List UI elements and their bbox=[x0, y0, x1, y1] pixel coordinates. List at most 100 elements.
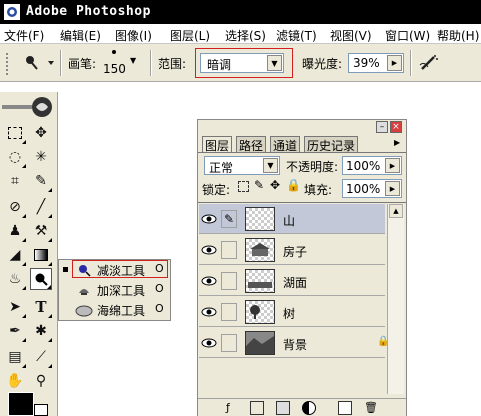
foreground-color-swatch[interactable] bbox=[8, 392, 34, 416]
lasso-tool[interactable]: ◌ bbox=[4, 146, 26, 168]
airbrush-toggle[interactable] bbox=[418, 53, 440, 73]
tab-paths[interactable]: 路径 bbox=[236, 136, 267, 153]
close-icon[interactable]: × bbox=[390, 121, 402, 133]
eye-icon[interactable] bbox=[201, 273, 217, 289]
opacity-value: 100% bbox=[346, 159, 381, 173]
brush-picker[interactable]: 150 ▼ bbox=[100, 48, 140, 78]
scroll-up-icon[interactable]: ▲ bbox=[389, 204, 403, 218]
background-color-swatch[interactable] bbox=[34, 404, 48, 416]
path-selection-tool[interactable]: ➤ bbox=[4, 296, 26, 318]
menu-help[interactable]: 帮助(H) bbox=[437, 27, 479, 44]
blend-mode-select[interactable]: 正常 ▼ bbox=[204, 156, 280, 175]
lock-label: 锁定: bbox=[202, 183, 231, 197]
magic-wand-tool[interactable]: ✳ bbox=[30, 146, 52, 168]
layers-scrollbar[interactable]: ▲ bbox=[387, 204, 404, 394]
eye-icon[interactable] bbox=[201, 304, 217, 320]
lock-pixels-icon[interactable]: ✎ bbox=[254, 178, 264, 192]
tool-preset-picker[interactable] bbox=[20, 52, 56, 74]
link-slot[interactable] bbox=[221, 272, 237, 290]
move-tool[interactable]: ✥ bbox=[30, 122, 52, 144]
link-slot[interactable] bbox=[221, 334, 237, 352]
new-set-icon[interactable] bbox=[276, 401, 290, 415]
chevron-right-icon[interactable]: ▶ bbox=[385, 158, 400, 173]
range-select[interactable]: 暗调 ▼ bbox=[200, 53, 284, 73]
brush-link-icon[interactable]: ✎ bbox=[221, 210, 237, 228]
pen-tool[interactable]: ✒ bbox=[4, 320, 26, 342]
layer-name: 湖面 bbox=[283, 276, 308, 290]
slice-tool[interactable]: ✎ bbox=[30, 170, 52, 192]
minimize-icon[interactable]: – bbox=[376, 121, 388, 133]
chevron-right-icon[interactable]: ▶ bbox=[387, 55, 402, 71]
eraser-tool[interactable]: ◢ bbox=[4, 244, 26, 266]
crop-icon: ⌗ bbox=[11, 173, 19, 189]
menu-file[interactable]: 文件(F) bbox=[4, 27, 44, 44]
toolbox: ✥ ◌ ✳ ⌗ ✎ ⊘ ╱ ♟ ⚒ ◢ ♨ ➤ T ✒ ✱ ▤ ⟋ ✋ ⚲ bbox=[0, 92, 58, 416]
chevron-down-icon[interactable]: ▼ bbox=[263, 158, 278, 173]
lock-all-icon[interactable]: 🔒 bbox=[286, 178, 301, 192]
marquee-tool[interactable] bbox=[4, 122, 26, 144]
tab-history[interactable]: 历史记录 bbox=[304, 136, 359, 153]
hand-icon: ✋ bbox=[6, 373, 24, 389]
airbrush-icon bbox=[419, 55, 438, 70]
layer-row-mountain[interactable]: ✎ 山 bbox=[199, 204, 385, 234]
menu-edit[interactable]: 编辑(E) bbox=[60, 27, 101, 44]
exposure-value: 39% bbox=[353, 56, 380, 70]
eye-icon[interactable] bbox=[201, 211, 217, 227]
eye-icon[interactable] bbox=[201, 242, 217, 258]
eyedropper-tool[interactable]: ⟋ bbox=[30, 346, 52, 368]
lock-transparency-icon[interactable] bbox=[238, 181, 249, 192]
chevron-down-icon[interactable]: ▼ bbox=[267, 55, 282, 71]
hand-tool[interactable]: ✋ bbox=[4, 370, 26, 392]
layer-row-background[interactable]: 背景 🔒 bbox=[199, 328, 389, 358]
layer-style-icon[interactable]: ƒ bbox=[226, 401, 240, 415]
blur-tool[interactable]: ♨ bbox=[4, 268, 26, 290]
crop-tool[interactable]: ⌗ bbox=[4, 170, 26, 192]
menu-view[interactable]: 视图(V) bbox=[330, 27, 372, 44]
flyout-item-burn[interactable]: 加深工具 O bbox=[59, 281, 170, 299]
layer-row-tree[interactable]: 树 bbox=[199, 297, 385, 327]
gradient-tool[interactable] bbox=[30, 244, 52, 266]
adjustment-layer-icon[interactable] bbox=[302, 401, 316, 415]
type-tool[interactable]: T bbox=[30, 296, 52, 318]
link-slot[interactable] bbox=[221, 241, 237, 259]
lock-position-icon[interactable]: ✥ bbox=[270, 178, 280, 192]
eye-icon[interactable] bbox=[201, 335, 217, 351]
link-slot[interactable] bbox=[221, 303, 237, 321]
tab-layers[interactable]: 图层 bbox=[202, 136, 233, 153]
healing-brush-tool[interactable]: ⊘ bbox=[4, 196, 26, 218]
menu-layer[interactable]: 图层(L) bbox=[170, 27, 210, 44]
layer-row-lake[interactable]: 湖面 bbox=[199, 266, 385, 296]
palette-menu-icon[interactable]: ▶ bbox=[394, 138, 400, 147]
menu-filter[interactable]: 滤镜(T) bbox=[276, 27, 317, 44]
menu-window[interactable]: 窗口(W) bbox=[385, 27, 430, 44]
chevron-right-icon[interactable]: ▶ bbox=[385, 181, 400, 196]
opacity-field[interactable]: 100% ▶ bbox=[342, 156, 402, 175]
exposure-field[interactable]: 39% ▶ bbox=[348, 53, 404, 73]
tab-channels[interactable]: 通道 bbox=[270, 136, 301, 153]
flyout-highlight bbox=[72, 260, 168, 278]
dodge-tool[interactable] bbox=[30, 268, 52, 290]
new-layer-icon[interactable] bbox=[338, 401, 352, 415]
brush-tool[interactable]: ╱ bbox=[30, 196, 52, 218]
layer-mask-icon[interactable] bbox=[250, 401, 264, 415]
menu-image[interactable]: 图像(I) bbox=[115, 27, 152, 44]
flyout-label: 海绵工具 bbox=[97, 304, 146, 318]
tab-divider bbox=[198, 152, 406, 153]
toolbox-header[interactable] bbox=[2, 96, 54, 118]
fill-field[interactable]: 100% ▶ bbox=[342, 179, 402, 198]
type-icon: T bbox=[35, 298, 47, 316]
eraser-icon: ◢ bbox=[9, 247, 21, 263]
flyout-item-sponge[interactable]: 海绵工具 O bbox=[59, 301, 170, 319]
palette-title-bar[interactable]: – × bbox=[198, 120, 406, 134]
slice-icon: ✎ bbox=[35, 173, 47, 189]
trash-icon[interactable]: 🗑 bbox=[364, 401, 378, 415]
layer-row-house[interactable]: 房子 bbox=[199, 235, 385, 265]
zoom-tool[interactable]: ⚲ bbox=[30, 370, 52, 392]
clone-stamp-tool[interactable]: ♟ bbox=[4, 220, 26, 242]
options-grip[interactable] bbox=[6, 53, 18, 75]
history-brush-icon: ⚒ bbox=[34, 223, 48, 239]
shape-tool[interactable]: ✱ bbox=[30, 320, 52, 342]
notes-tool[interactable]: ▤ bbox=[4, 346, 26, 368]
menu-select[interactable]: 选择(S) bbox=[225, 27, 266, 44]
history-brush-tool[interactable]: ⚒ bbox=[30, 220, 52, 242]
